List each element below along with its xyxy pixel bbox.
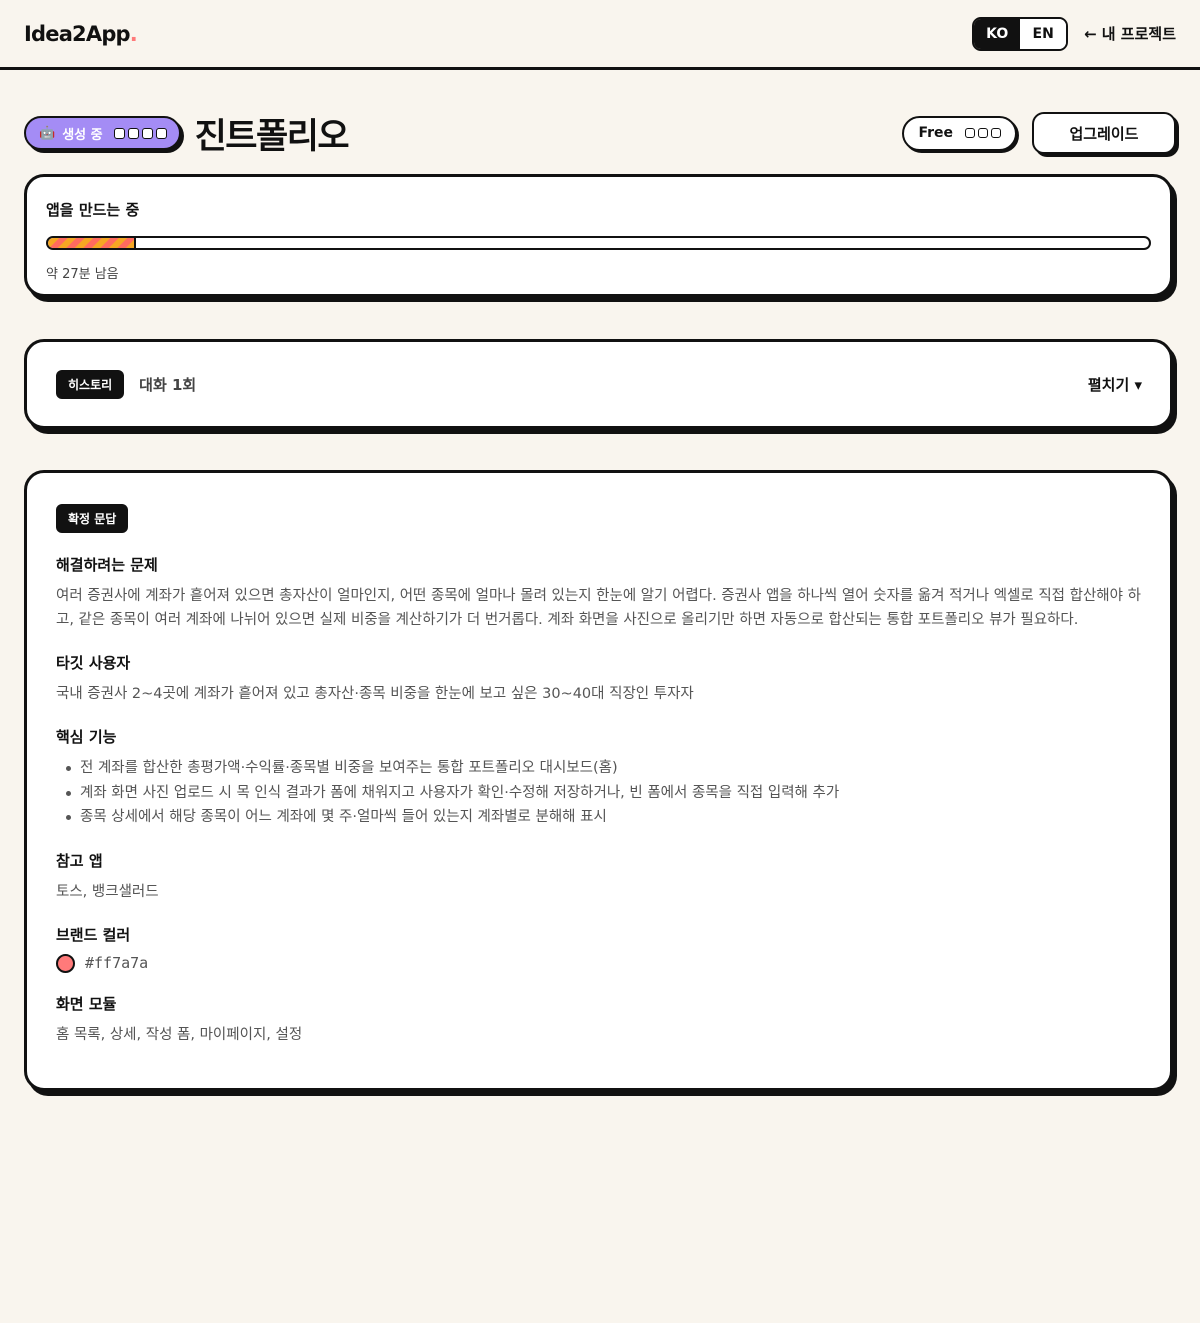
lang-ko-button[interactable]: KO [974, 18, 1021, 49]
logo-text: Idea2App [24, 21, 131, 46]
feature-list: 전 계좌를 합산한 총평가액·수익률·종목별 비중을 보여주는 통합 포트폴리오… [56, 756, 1141, 830]
section-heading: 브랜드 컬러 [56, 925, 131, 944]
feature-item: 전 계좌를 합산한 총평가액·수익률·종목별 비중을 보여주는 통합 포트폴리오… [56, 756, 1141, 781]
lang-en-button[interactable]: EN [1020, 18, 1067, 49]
title-row: 🤖 생성 중 진트폴리오 Free 업그레이드 [24, 112, 1176, 157]
loading-square-icon [141, 127, 153, 139]
reference-apps-section: 참고 앱 토스, 뱅크샐러드 [56, 850, 1141, 904]
language-toggle: KO EN [972, 16, 1069, 51]
usage-square-icon [991, 128, 1001, 138]
section-heading: 참고 앱 [56, 851, 103, 870]
brand-color-hex: #ff7a7a [85, 954, 149, 972]
title-right: Free 업그레이드 [902, 112, 1176, 154]
problem-section: 해결하려는 문제 여러 증권사에 계좌가 흩어져 있으면 총자산이 얼마인지, … [56, 554, 1141, 632]
progress-title: 앱을 만드는 중 [46, 201, 140, 219]
target-user-text: 국내 증권사 2~4곳에 계좌가 흩어져 있고 총자산·종목 비중을 한눈에 보… [56, 686, 694, 702]
brand-color-row: #ff7a7a [56, 953, 1141, 973]
screen-modules-text: 홈 목록, 상세, 작성 폼, 마이페이지, 설정 [56, 1026, 303, 1043]
expand-history-button[interactable]: 펼치기 ▾ [1088, 374, 1142, 395]
status-label: 생성 중 [62, 127, 103, 143]
my-projects-label: 내 프로젝트 [1101, 25, 1176, 43]
target-user-section: 타깃 사용자 국내 증권사 2~4곳에 계좌가 흩어져 있고 총자산·종목 비중… [56, 652, 1141, 706]
problem-text: 여러 증권사에 계좌가 흩어져 있으면 총자산이 얼마인지, 어떤 종목에 얼마… [56, 588, 1141, 628]
section-heading: 해결하려는 문제 [56, 556, 158, 574]
loading-square-icon [127, 127, 139, 139]
logo-dot: . [129, 21, 138, 46]
history-left: 히스토리 대화 1회 [56, 369, 197, 399]
history-count: 대화 1회 [139, 375, 197, 394]
usage-square-icon [978, 128, 988, 138]
plan-label: Free [918, 125, 953, 141]
feature-item: 종목 상세에서 해당 종목이 어느 계좌에 몇 주·얼마씩 들어 있는지 계좌별… [56, 805, 1141, 830]
history-card: 히스토리 대화 1회 펼치기 ▾ [24, 339, 1173, 429]
section-heading: 핵심 기능 [56, 728, 117, 746]
my-projects-link[interactable]: ← 내 프로젝트 [1084, 23, 1176, 44]
progress-eta: 약 27분 남음 [46, 267, 119, 282]
history-badge: 히스토리 [56, 369, 125, 399]
build-progress-card: 앱을 만드는 중 약 27분 남음 [24, 174, 1173, 297]
confirmed-answers-badge: 확정 문답 [56, 504, 129, 533]
confirmed-answers-card: 확정 문답 해결하려는 문제 여러 증권사에 계좌가 흩어져 있으면 총자산이 … [24, 470, 1173, 1091]
feature-item: 계좌 화면 사진 업로드 시 목 인식 결과가 폼에 채워지고 사용자가 확인·… [56, 781, 1141, 806]
progress-bar [46, 236, 1151, 250]
upgrade-button[interactable]: 업그레이드 [1032, 112, 1176, 154]
app-logo[interactable]: Idea2App. [24, 21, 138, 46]
top-right-controls: KO EN ← 내 프로젝트 [972, 16, 1176, 51]
loading-square-icon [155, 127, 167, 139]
plan-badge: Free [902, 115, 1017, 151]
section-heading: 타깃 사용자 [56, 654, 131, 672]
title-left: 🤖 생성 중 진트폴리오 [24, 108, 350, 159]
section-heading: 화면 모듈 [56, 994, 117, 1013]
project-title: 진트폴리오 [194, 116, 350, 157]
progress-bar-fill [48, 238, 137, 248]
reference-apps-text: 토스, 뱅크샐러드 [56, 883, 159, 900]
screen-modules-section: 화면 모듈 홈 목록, 상세, 작성 폼, 마이페이지, 설정 [56, 993, 1141, 1047]
color-swatch [56, 953, 75, 973]
plan-usage-dots [965, 128, 1001, 138]
core-features-section: 핵심 기능 전 계좌를 합산한 총평가액·수익률·종목별 비중을 보여주는 통합… [56, 726, 1141, 830]
top-bar: Idea2App. KO EN ← 내 프로젝트 [0, 0, 1200, 70]
brand-color-section: 브랜드 컬러 #ff7a7a [56, 924, 1141, 973]
loading-square-icon [113, 127, 125, 139]
usage-square-icon [965, 128, 975, 138]
loading-dots [113, 127, 167, 139]
generation-status-badge: 🤖 생성 중 [24, 116, 181, 150]
robot-icon: 🤖 [39, 125, 56, 141]
arrow-left-icon: ← [1084, 24, 1097, 43]
